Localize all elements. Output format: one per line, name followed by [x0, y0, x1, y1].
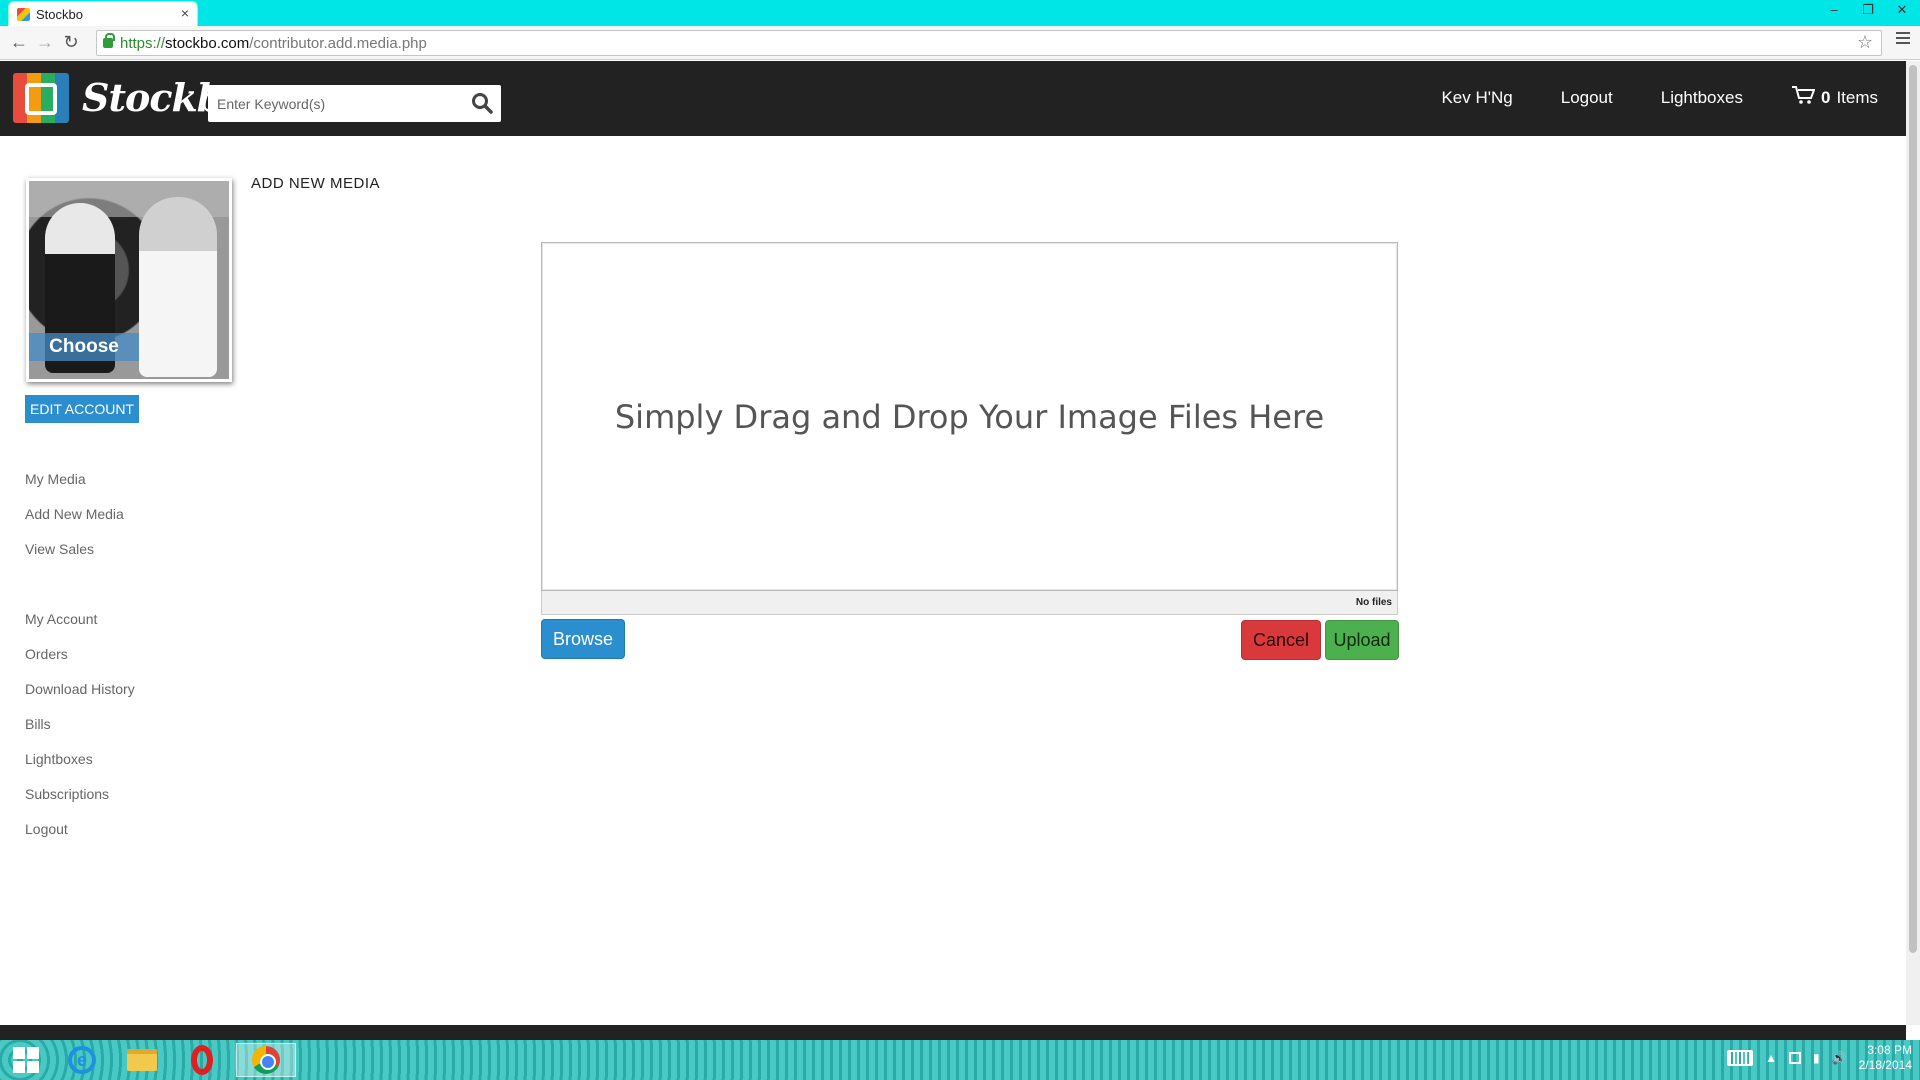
cart-icon: [1791, 85, 1816, 110]
reload-icon[interactable]: ↻: [58, 32, 84, 53]
browser-toolbar: ← → ↻ https:// stockbo.com /contributor.…: [0, 26, 1920, 60]
site-favicon-icon: [17, 7, 30, 21]
tab-close-icon[interactable]: ×: [181, 5, 189, 21]
address-bar[interactable]: https:// stockbo.com /contributor.add.me…: [96, 30, 1882, 56]
close-window-button[interactable]: ✕: [1894, 2, 1910, 18]
sidebar-item-add-new-media[interactable]: Add New Media: [25, 497, 124, 532]
tray-expand-icon[interactable]: ▲: [1765, 1051, 1777, 1065]
sidebar-item-download-history[interactable]: Download History: [25, 672, 135, 707]
browser-titlebar: Stockbo × – ❐ ✕: [0, 0, 1920, 26]
url-host: stockbo.com: [165, 34, 250, 52]
sidebar-item-orders[interactable]: Orders: [25, 637, 135, 672]
system-tray: ▲ ▮ 🔊 3:08 PM 2/18/2014: [1727, 1043, 1912, 1073]
window-controls: – ❐ ✕: [1826, 2, 1910, 18]
internet-explorer-icon: e: [68, 1046, 96, 1074]
restore-button[interactable]: ❐: [1860, 2, 1876, 18]
scrollbar-thumb[interactable]: [1909, 65, 1917, 953]
cart-count: 0: [1820, 87, 1831, 107]
sidebar-item-view-sales[interactable]: View Sales: [25, 532, 124, 567]
folder-icon: [127, 1049, 157, 1071]
chrome-icon: [252, 1046, 280, 1074]
sidebar-item-subscriptions[interactable]: Subscriptions: [25, 777, 135, 812]
action-center-icon[interactable]: [1789, 1052, 1802, 1064]
user-name-link[interactable]: Kev H'Ng: [1441, 88, 1512, 108]
sidebar-item-my-account[interactable]: My Account: [25, 602, 135, 637]
sidebar-item-logout[interactable]: Logout: [25, 812, 135, 847]
windows-taskbar: e ▲ ▮ 🔊 3:08 PM 2/18/2014: [0, 1040, 1920, 1080]
taskbar-internet-explorer[interactable]: e: [56, 1043, 108, 1077]
clock-date: 2/18/2014: [1858, 1058, 1912, 1072]
browse-button[interactable]: Browse: [541, 619, 625, 659]
taskbar-opera[interactable]: [176, 1043, 228, 1077]
upload-button[interactable]: Upload: [1325, 620, 1399, 660]
taskbar-file-explorer[interactable]: [116, 1043, 168, 1077]
logout-link[interactable]: Logout: [1561, 88, 1613, 108]
browser-menu-icon[interactable]: [1896, 32, 1910, 47]
edit-account-button[interactable]: EDIT ACCOUNT: [25, 395, 139, 423]
start-button[interactable]: [0, 1043, 52, 1077]
forward-arrow-icon[interactable]: →: [32, 32, 58, 53]
volume-icon[interactable]: 🔊: [1832, 1051, 1847, 1065]
taskbar-chrome[interactable]: [236, 1043, 296, 1077]
file-dropzone[interactable]: Simply Drag and Drop Your Image Files He…: [541, 242, 1398, 591]
minimize-button[interactable]: –: [1826, 2, 1842, 18]
url-scheme: https://: [120, 34, 166, 52]
site-footer: [0, 1025, 1906, 1040]
page-title: ADD NEW MEDIA: [251, 175, 381, 192]
header-nav: Kev H'Ng Logout Lightboxes 0 Items: [1441, 85, 1878, 110]
stockbo-logo-icon[interactable]: [13, 73, 69, 123]
lock-icon: [103, 33, 115, 48]
network-icon[interactable]: ▮: [1813, 1051, 1820, 1065]
bookmark-star-icon[interactable]: ☆: [1857, 32, 1873, 53]
opera-icon: [191, 1045, 213, 1075]
lightboxes-link[interactable]: Lightboxes: [1661, 88, 1743, 108]
browser-tab[interactable]: Stockbo ×: [8, 1, 198, 26]
search-icon[interactable]: [471, 92, 493, 119]
site-header: Stockbo Kev H'Ng Logout Lightboxes 0 Ite…: [0, 61, 1906, 136]
file-status-text: No files: [1355, 597, 1392, 608]
keyboard-icon[interactable]: [1727, 1050, 1754, 1066]
file-status-bar: No files: [541, 591, 1398, 615]
tab-title: Stockbo: [36, 6, 83, 22]
back-arrow-icon[interactable]: ←: [6, 32, 32, 53]
media-nav: My Media Add New Media View Sales: [25, 462, 124, 567]
url-path: /contributor.add.media.php: [249, 34, 427, 52]
cart-link[interactable]: 0 Items: [1791, 85, 1878, 110]
taskbar-clock[interactable]: 3:08 PM 2/18/2014: [1859, 1043, 1912, 1073]
profile-avatar: Choose: [26, 178, 232, 382]
dropzone-instructions: Simply Drag and Drop Your Image Files He…: [614, 397, 1325, 436]
sidebar-item-lightboxes[interactable]: Lightboxes: [25, 742, 135, 777]
sidebar-item-my-media[interactable]: My Media: [25, 462, 124, 497]
search-box: [208, 85, 501, 122]
choose-photo-button[interactable]: Choose: [29, 333, 139, 361]
cancel-button[interactable]: Cancel: [1241, 620, 1321, 660]
account-nav: My Account Orders Download History Bills…: [25, 602, 135, 847]
clock-time: 3:08 PM: [1867, 1043, 1912, 1057]
windows-logo-icon: [13, 1047, 39, 1073]
search-input[interactable]: [208, 85, 448, 122]
profile-photo: Choose: [29, 181, 229, 379]
sidebar-item-bills[interactable]: Bills: [25, 707, 135, 742]
page-scrollbar[interactable]: [1906, 61, 1920, 1025]
cart-label: Items: [1836, 87, 1878, 107]
